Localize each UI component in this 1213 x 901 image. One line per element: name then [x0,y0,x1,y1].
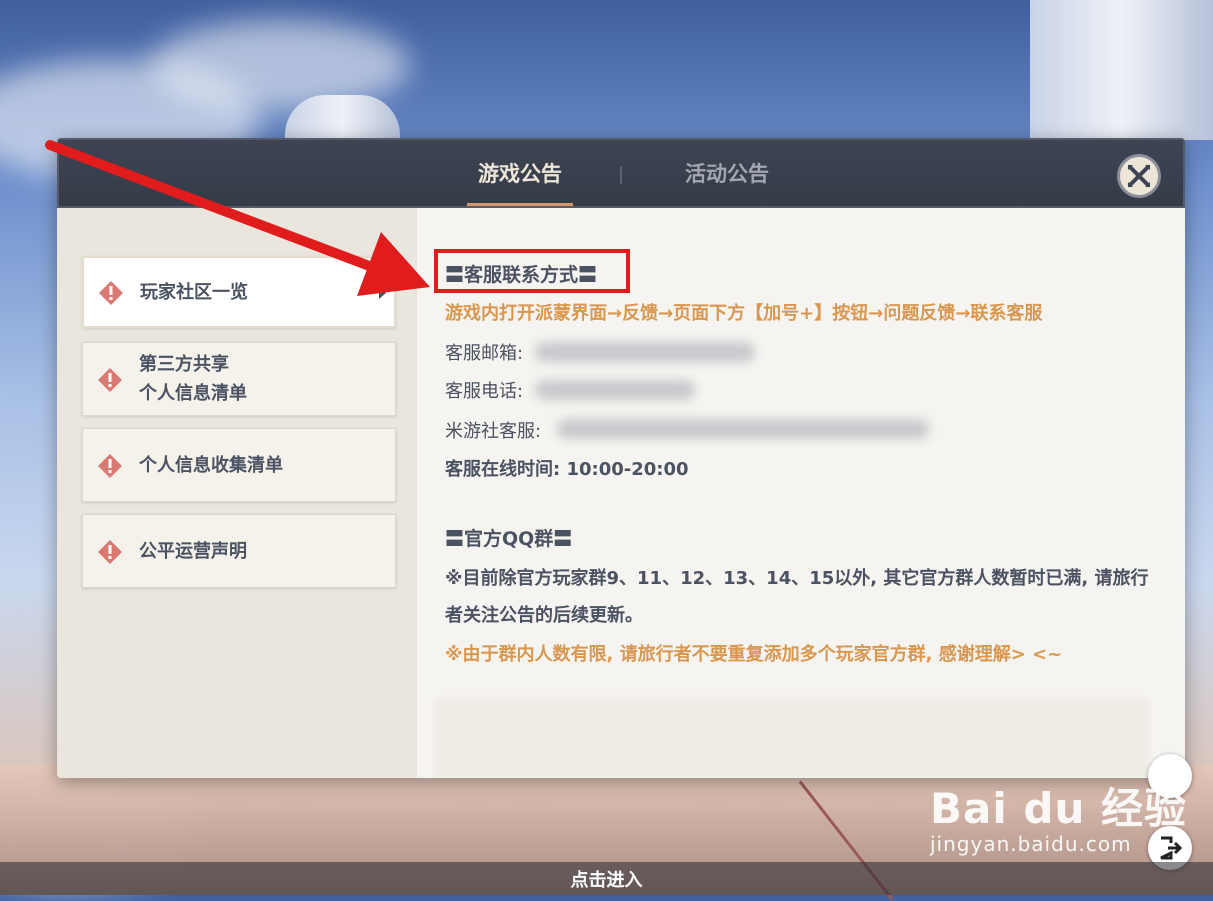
click-to-enter-label[interactable]: 点击进入 [0,866,1213,892]
watermark-main: Bai du 经验 [930,784,1187,833]
annotation-arrow [45,140,430,296]
baidu-watermark: Bai du 经验 jingyan.baidu.com [930,775,1187,856]
